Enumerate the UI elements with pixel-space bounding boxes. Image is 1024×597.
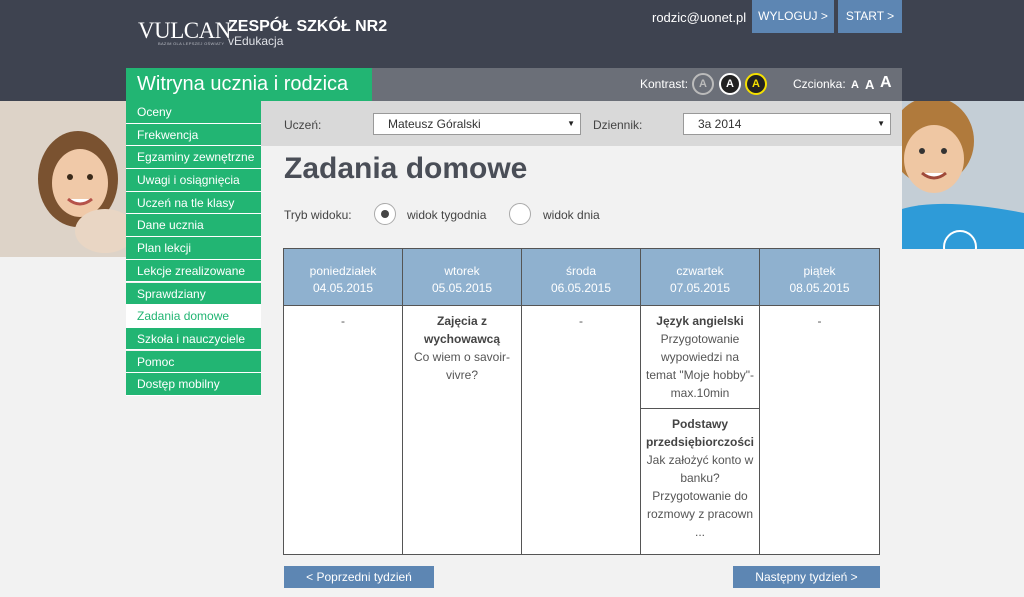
contrast-high-button[interactable]: A <box>719 73 741 95</box>
homework-subject: Podstawy przedsiębiorczości <box>645 417 755 449</box>
contrast-label: Kontrast: <box>640 77 689 91</box>
school-subtitle: vEdukacja <box>228 34 284 48</box>
day-date: 08.05.2015 <box>789 281 850 295</box>
sidebar-item-pomoc[interactable]: Pomoc <box>126 350 261 374</box>
student-select[interactable]: Mateusz Góralski ▼ <box>373 113 581 135</box>
sidebar-item-sprawdziany[interactable]: Sprawdziany <box>126 282 261 306</box>
font-small-button[interactable]: A <box>851 79 859 91</box>
caret-down-icon: ▼ <box>567 119 575 128</box>
homework-subject: Zajęcia z wychowawcą <box>423 314 501 346</box>
radio-week-view[interactable] <box>374 203 396 225</box>
day-column-friday: piątek 08.05.2015 - <box>760 249 879 554</box>
logo-tagline: BAZIM OLA LEPSZEJ OŚWIATY <box>158 41 225 46</box>
day-header: poniedziałek 04.05.2015 <box>284 249 402 306</box>
day-date: 04.05.2015 <box>312 281 374 295</box>
sidebar-item-frekwencja[interactable]: Frekwencja <box>126 123 261 147</box>
day-name: poniedziałek <box>309 264 377 278</box>
sidebar-item-uwagi[interactable]: Uwagi i osiągnięcia <box>126 169 261 192</box>
homework-description: Jak założyć konto w banku? Przygotowanie… <box>646 453 754 539</box>
day-name: piątek <box>803 264 836 278</box>
previous-week-button[interactable]: < Poprzedni tydzień <box>284 566 434 588</box>
start-button[interactable]: START > <box>838 0 902 33</box>
day-name: wtorek <box>444 264 480 278</box>
day-header: środa 06.05.2015 <box>522 249 640 306</box>
font-medium-button[interactable]: A <box>865 77 874 92</box>
user-email: rodzic@uonet.pl <box>652 10 747 25</box>
day-view-label[interactable]: widok dnia <box>543 208 600 222</box>
sidebar-item-zadania-domowe[interactable]: Zadania domowe <box>126 305 261 328</box>
week-view-label[interactable]: widok tygodnia <box>407 208 486 222</box>
student-photo-left <box>0 101 126 257</box>
view-mode-label: Tryb widoku: <box>284 208 352 222</box>
sidebar-item-oceny[interactable]: Oceny <box>126 101 261 124</box>
logout-button[interactable]: WYLOGUJ > <box>752 0 834 33</box>
day-name: czwartek <box>676 264 724 278</box>
sidebar-item-dostep-mobilny[interactable]: Dostęp mobilny <box>126 373 261 396</box>
day-column-tuesday: wtorek 05.05.2015 Zajęcia z wychowawcą C… <box>403 249 522 554</box>
contrast-normal-button[interactable]: A <box>692 73 714 95</box>
day-header: wtorek 05.05.2015 <box>403 249 521 306</box>
day-empty-marker: - <box>579 314 583 328</box>
font-large-button[interactable]: A <box>880 74 892 92</box>
radio-day-view[interactable] <box>509 203 531 225</box>
contrast-yellow-button[interactable]: A <box>745 73 767 95</box>
day-column-thursday: czwartek 07.05.2015 Język angielski Przy… <box>641 249 760 554</box>
homework-entry[interactable]: Zajęcia z wychowawcą Co wiem o savoir-vi… <box>403 306 521 390</box>
sidebar-item-uczen-na-tle-klasy[interactable]: Uczeń na tle klasy <box>126 191 261 215</box>
day-header: czwartek 07.05.2015 <box>641 249 759 306</box>
homework-calendar: poniedziałek 04.05.2015 - wtorek 05.05.2… <box>283 248 880 555</box>
homework-description: Przygotowanie wypowiedzi na temat "Moje … <box>646 332 754 400</box>
day-header: piątek 08.05.2015 <box>760 249 879 306</box>
day-empty-marker: - <box>817 314 822 328</box>
student-photo-right <box>902 101 1024 249</box>
page-title: Zadania domowe <box>284 152 528 185</box>
day-date: 05.05.2015 <box>431 281 493 295</box>
day-column-monday: poniedziałek 04.05.2015 - <box>284 249 403 554</box>
sidebar-item-szkola-i-nauczyciele[interactable]: Szkoła i nauczyciele <box>126 327 261 351</box>
day-empty-marker: - <box>341 314 345 328</box>
day-date: 07.05.2015 <box>669 281 731 295</box>
day-column-wednesday: środa 06.05.2015 - <box>522 249 641 554</box>
student-label: Uczeń: <box>284 118 322 132</box>
sidebar-item-dane-ucznia[interactable]: Dane ucznia <box>126 214 261 238</box>
homework-entry[interactable]: Podstawy przedsiębiorczości Jak założyć … <box>641 408 759 547</box>
caret-down-icon: ▼ <box>877 119 885 128</box>
site-title: Witryna ucznia i rodzica <box>126 68 372 101</box>
journal-select[interactable]: 3a 2014 ▼ <box>683 113 891 135</box>
sidebar-nav: Oceny Frekwencja Egzaminy zewnętrzne Uwa… <box>126 101 261 396</box>
journal-label: Dziennik: <box>593 118 643 132</box>
font-size-label: Czcionka: <box>793 77 846 91</box>
day-name: środa <box>565 264 597 278</box>
sidebar-item-lekcje-zrealizowane[interactable]: Lekcje zrealizowane <box>126 259 261 283</box>
sidebar-item-egzaminy[interactable]: Egzaminy zewnętrzne <box>126 146 261 169</box>
homework-entry[interactable]: Język angielski Przygotowanie wypowiedzi… <box>641 306 759 408</box>
homework-description: Co wiem o savoir-vivre? <box>413 350 511 382</box>
day-date: 06.05.2015 <box>550 281 612 295</box>
student-select-value: Mateusz Góralski <box>388 117 481 131</box>
next-week-button[interactable]: Następny tydzień > <box>733 566 880 588</box>
sidebar-item-plan-lekcji[interactable]: Plan lekcji <box>126 237 261 260</box>
journal-select-value: 3a 2014 <box>698 117 742 131</box>
homework-subject: Język angielski <box>656 314 744 328</box>
